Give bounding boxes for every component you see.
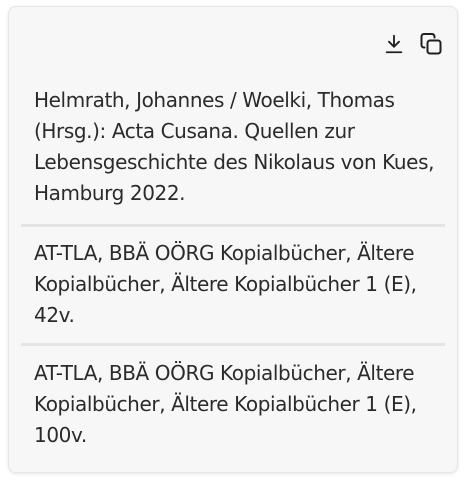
card-toolbar xyxy=(381,31,444,57)
citation-entry: AT-TLA, BBÄ OÖRG Kopialbücher, Ältere Ko… xyxy=(34,241,417,327)
citation-list: Helmrath, Johannes / Woelki, Thomas (Hrs… xyxy=(21,85,445,451)
download-icon xyxy=(385,34,403,54)
copy-button[interactable] xyxy=(418,31,444,57)
citations-card: Helmrath, Johannes / Woelki, Thomas (Hrs… xyxy=(8,6,458,473)
citation-entry: AT-TLA, BBÄ OÖRG Kopialbücher, Ältere Ko… xyxy=(34,361,417,447)
citation-entry: Helmrath, Johannes / Woelki, Thomas (Hrs… xyxy=(34,88,435,205)
copy-icon xyxy=(420,33,442,55)
download-button[interactable] xyxy=(381,31,407,57)
